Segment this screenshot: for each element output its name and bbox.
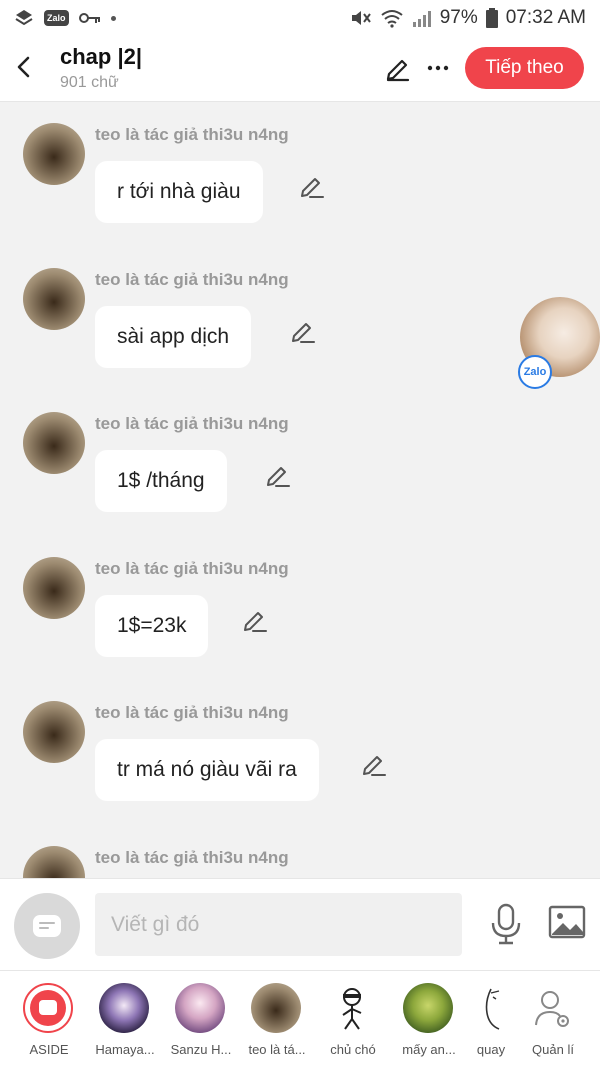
nav-label: chủ chó [330,1042,376,1057]
nav-label: ASIDE [29,1042,69,1057]
message-item: teo là tác giả thi3u n4ng sài app dịch [0,248,600,368]
edit-pencil-icon[interactable] [290,318,316,344]
nav-item-quan-li[interactable]: Quản lí [515,971,591,1067]
edit-pencil-icon[interactable] [265,462,291,488]
chapter-header: chap |2| 901 chữ Tiếp theo [0,36,600,102]
battery-percent: 97% [439,7,478,28]
signal-icon [412,11,431,27]
message-item: teo là tác giả thi3u n4ng 1$=23k [0,537,600,657]
more-notifications-icon [110,15,116,21]
message-bubble[interactable]: r tới nhà giàu [95,161,263,223]
edit-pencil-icon[interactable] [384,54,412,82]
composer-bar [0,878,600,970]
sender-name: teo là tác giả thi3u n4ng [95,559,289,578]
sender-name: teo là tác giả thi3u n4ng [95,414,289,433]
nav-label: Hamaya... [95,1042,155,1057]
nav-item-hamaya[interactable]: Hamaya... [87,971,163,1067]
message-item: teo là tác giả thi3u n4ng [0,826,600,878]
status-bar: Zalo 97% 07:32 AM [0,0,600,36]
user-settings-icon [527,983,577,1033]
chat-bubble-icon [33,915,61,937]
avatar [251,983,301,1033]
word-count: 901 chữ [60,74,119,91]
sender-avatar[interactable] [23,701,85,763]
message-bubble[interactable]: sài app dịch [95,306,252,368]
avatar [175,983,225,1033]
sender-avatar[interactable] [23,412,85,474]
chapter-title: chap |2| [60,44,143,69]
nav-item-aside[interactable]: ASIDE [11,971,87,1067]
message-bubble[interactable]: tr má nó giàu vãi ra [95,739,319,801]
sketch-avatar [465,983,515,1033]
sender-name: teo là tác giả thi3u n4ng [95,703,289,722]
zalo-notification-icon: Zalo [44,10,69,26]
stick-figure-avatar [327,983,377,1033]
sender-name: teo là tác giả thi3u n4ng [95,848,289,867]
nav-label: Quản lí [532,1042,574,1057]
edit-pencil-icon[interactable] [242,607,268,633]
nav-label: Sanzu H... [170,1042,232,1057]
layers-icon [15,10,33,26]
sender-avatar[interactable] [23,846,85,878]
battery-icon [485,8,498,28]
avatar [99,983,149,1033]
message-item: teo là tác giả thi3u n4ng r tới nhà giàu [0,103,600,223]
back-arrow-icon[interactable] [12,52,36,82]
key-icon [78,13,100,23]
zalo-badge-icon: Zalo [518,355,552,389]
aside-toggle-button[interactable] [14,893,80,959]
more-options-icon[interactable] [424,54,452,82]
message-bubble[interactable]: 1$ /tháng [95,450,227,512]
clock: 07:32 AM [505,7,586,28]
floating-chat-head[interactable]: Zalo [518,297,600,389]
sender-avatar[interactable] [23,123,85,185]
sender-name: teo là tác giả thi3u n4ng [95,270,289,289]
message-item: teo là tác giả thi3u n4ng 1$ /tháng [0,392,600,512]
nav-item-sanzu[interactable]: Sanzu H... [163,971,239,1067]
image-icon[interactable] [548,905,586,939]
mute-icon [351,11,371,25]
nav-item-teo[interactable]: teo là tá... [239,971,315,1067]
bottom-navigation: ASIDE Hamaya... Sanzu H... teo là tá... … [0,970,600,1067]
message-bubble[interactable]: 1$=23k [95,595,209,657]
aside-icon [23,983,73,1033]
message-item: teo là tác giả thi3u n4ng tr má nó giàu … [0,681,600,801]
sender-avatar[interactable] [23,268,85,330]
edit-pencil-icon[interactable] [361,751,387,777]
sender-avatar[interactable] [23,557,85,619]
sender-name: teo là tác giả thi3u n4ng [95,125,289,144]
message-input[interactable] [95,893,462,956]
message-list[interactable]: teo là tác giả thi3u n4ng r tới nhà giàu… [0,103,600,878]
next-chapter-button[interactable]: Tiếp theo [465,47,584,89]
wifi-icon [381,10,403,28]
nav-item-chu-cho[interactable]: chủ chó [315,971,391,1067]
microphone-icon[interactable] [488,903,524,945]
avatar [403,983,453,1033]
nav-label: teo là tá... [248,1042,306,1057]
edit-pencil-icon[interactable] [299,173,325,199]
